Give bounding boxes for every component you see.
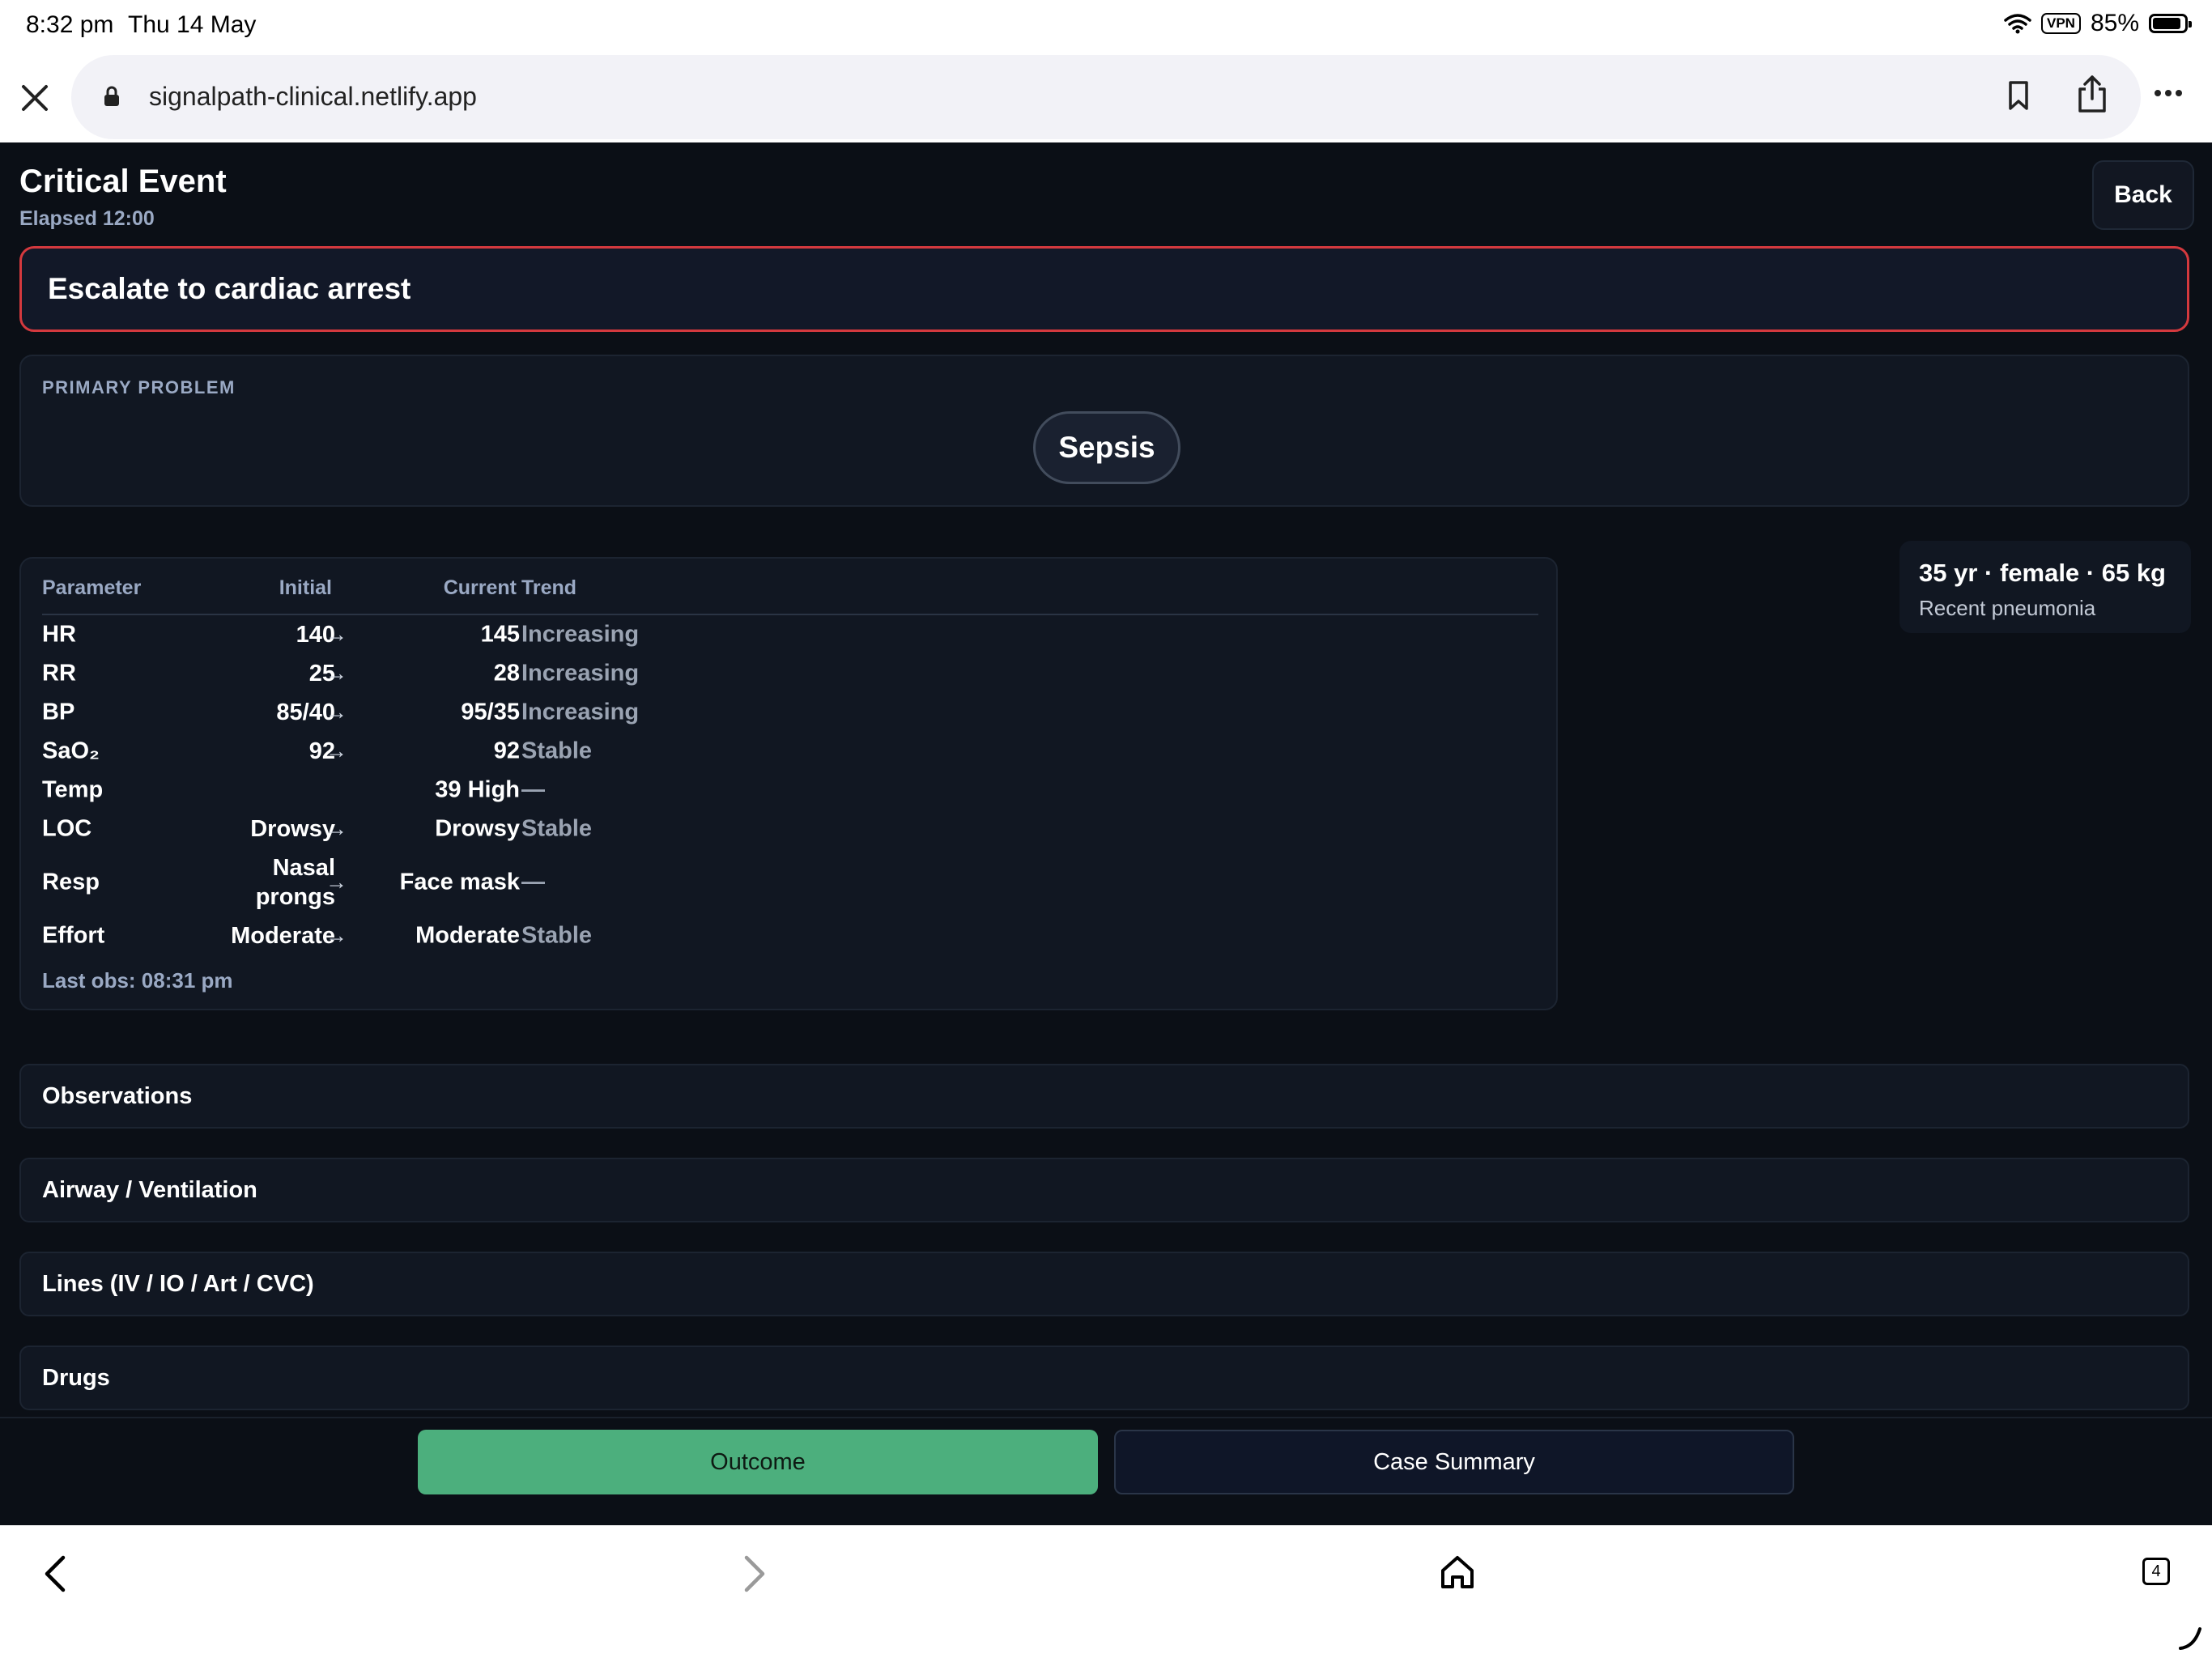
param-current: 28: [493, 660, 520, 687]
table-row: RR 25 → 28 Increasing: [21, 654, 1559, 693]
param-current: 145: [480, 621, 520, 648]
back-button[interactable]: Back: [2092, 160, 2194, 230]
back-arrow-icon[interactable]: [42, 1554, 70, 1593]
column-header-trend: Trend: [521, 576, 577, 599]
table-row: BP 85/40 → 95/35 Increasing: [21, 693, 1559, 732]
escalate-alert-button[interactable]: Escalate to cardiac arrest: [19, 246, 2189, 332]
vpn-badge: VPN: [2040, 13, 2081, 34]
battery-icon: [2149, 14, 2192, 33]
arrow-right-icon: →: [325, 869, 347, 895]
battery-percent: 85%: [2090, 10, 2139, 36]
param-current: 92: [493, 738, 520, 764]
case-summary-button[interactable]: Case Summary: [1114, 1430, 1794, 1494]
resize-handle-icon[interactable]: [2178, 1626, 2202, 1650]
share-icon[interactable]: [2076, 74, 2108, 113]
param-current: Face mask: [399, 869, 520, 895]
primary-problem-card: PRIMARY PROBLEM Sepsis: [19, 355, 2189, 507]
status-bar: 8:32 pm Thu 14 May VPN 85%: [0, 0, 2212, 52]
param-name: Effort: [42, 922, 105, 949]
param-name: HR: [42, 621, 76, 648]
param-name: Resp: [42, 869, 100, 895]
patient-info-card: 35 yr · female · 65 kg Recent pneumonia: [1899, 541, 2191, 633]
browser-url-bar: signalpath-clinical.netlify.app: [0, 52, 2212, 142]
arrow-right-icon: →: [325, 661, 347, 686]
table-row: LOC Drowsy → Drowsy Stable: [21, 810, 1559, 848]
column-header-initial: Initial: [279, 576, 332, 599]
more-icon[interactable]: [2154, 89, 2183, 97]
param-trend: Stable: [521, 815, 593, 842]
primary-problem-label: PRIMARY PROBLEM: [42, 377, 236, 397]
browser-toolbar: 4: [0, 1525, 2212, 1658]
home-icon[interactable]: [1440, 1554, 1475, 1590]
section-lines[interactable]: Lines (IV / IO / Art / CVC): [19, 1252, 2189, 1316]
status-time: 8:32 pm: [26, 11, 114, 38]
param-current: Moderate: [415, 922, 520, 949]
status-date: Thu 14 May: [128, 11, 257, 38]
patient-summary: 35 yr · female · 65 kg: [1919, 559, 2166, 587]
patient-history: Recent pneumonia: [1919, 596, 2096, 620]
param-trend: —: [521, 869, 545, 895]
param-name: LOC: [42, 815, 92, 842]
close-icon[interactable]: [16, 79, 53, 117]
param-name: RR: [42, 660, 76, 687]
param-current: 39 High: [435, 776, 520, 803]
column-header-parameter: Parameter: [42, 576, 142, 599]
url-text: signalpath-clinical.netlify.app: [149, 82, 477, 111]
lock-icon: [104, 86, 119, 106]
param-trend: Stable: [521, 738, 593, 764]
table-row: Effort Moderate → Moderate Stable: [21, 916, 1559, 955]
last-observation-time: Last obs: 08:31 pm: [42, 968, 233, 993]
app-page: Critical Event Elapsed 12:00 Back Escala…: [0, 142, 2212, 1525]
param-name: Temp: [42, 776, 104, 803]
param-trend: Increasing: [521, 699, 640, 725]
param-name: BP: [42, 699, 75, 725]
arrow-right-icon: →: [325, 816, 347, 841]
column-header-current: Current: [443, 576, 517, 599]
param-trend: —: [521, 776, 545, 803]
table-row: HR 140 → 145 Increasing: [21, 615, 1559, 654]
arrow-right-icon: →: [325, 622, 347, 647]
elapsed-timer: Elapsed 12:00: [19, 207, 155, 230]
table-row: Temp 39 High —: [21, 771, 1559, 810]
param-current: 95/35: [461, 699, 520, 725]
primary-problem-pill[interactable]: Sepsis: [1033, 411, 1180, 484]
table-row: SaO₂ 92 → 92 Stable: [21, 732, 1559, 771]
param-current: Drowsy: [435, 815, 520, 842]
page-title: Critical Event: [19, 164, 227, 199]
param-trend: Increasing: [521, 621, 640, 648]
vitals-table: Parameter Initial Current Trend HR 140 →…: [19, 557, 1558, 1010]
status-right: VPN 85%: [2004, 10, 2192, 37]
section-observations[interactable]: Observations: [19, 1064, 2189, 1129]
section-drugs[interactable]: Drugs: [19, 1346, 2189, 1410]
param-trend: Increasing: [521, 660, 640, 687]
outcome-button[interactable]: Outcome: [418, 1430, 1098, 1494]
arrow-right-icon: →: [325, 923, 347, 948]
arrow-right-icon: →: [325, 699, 347, 725]
footer-divider: [0, 1417, 2212, 1418]
forward-arrow-icon[interactable]: [740, 1554, 768, 1593]
table-row: Resp Nasal prongs → Face mask —: [21, 848, 1559, 916]
param-initial: Moderate: [231, 923, 335, 949]
bookmark-icon[interactable]: [2006, 79, 2031, 112]
arrow-right-icon: →: [325, 738, 347, 763]
param-initial: Drowsy: [250, 816, 335, 842]
wifi-icon: [2004, 14, 2031, 34]
section-airway-ventilation[interactable]: Airway / Ventilation: [19, 1158, 2189, 1222]
param-initial: Nasal prongs: [255, 855, 335, 910]
address-field[interactable]: signalpath-clinical.netlify.app: [71, 55, 2141, 139]
tabs-icon[interactable]: 4: [2142, 1558, 2170, 1585]
param-trend: Stable: [521, 922, 593, 949]
param-name: SaO₂: [42, 738, 100, 764]
